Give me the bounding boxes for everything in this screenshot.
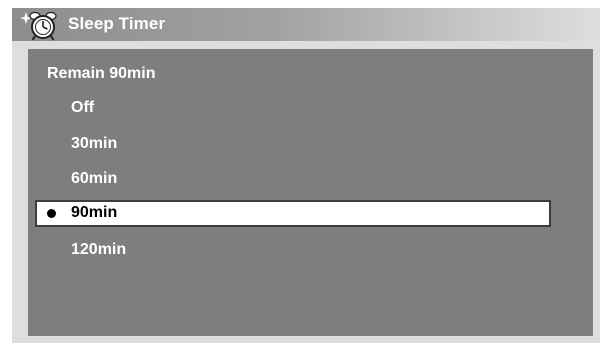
option-120min[interactable]: 120min — [35, 237, 551, 264]
window-title: Sleep Timer — [68, 14, 166, 33]
remaining-time-label: Remain 90min — [47, 65, 156, 82]
alarm-clock-icon — [20, 11, 57, 41]
option-90min[interactable]: 90min — [35, 200, 551, 227]
title-bar: Sleep Timer — [12, 8, 600, 41]
option-label: Off — [71, 99, 95, 116]
option-label: 120min — [71, 241, 127, 258]
option-label: 60min — [71, 170, 118, 187]
sleep-timer-panel: Remain 90min Off 30min 60min 90min 120mi… — [28, 49, 593, 336]
sleep-timer-window: Sleep Timer Remain 90min Off 30min 60min… — [12, 8, 600, 343]
option-label: 30min — [71, 135, 118, 152]
selected-bullet-icon — [47, 209, 56, 218]
option-off[interactable]: Off — [35, 95, 551, 122]
option-label: 90min — [71, 204, 118, 221]
option-60min[interactable]: 60min — [35, 166, 551, 193]
option-30min[interactable]: 30min — [35, 131, 551, 158]
